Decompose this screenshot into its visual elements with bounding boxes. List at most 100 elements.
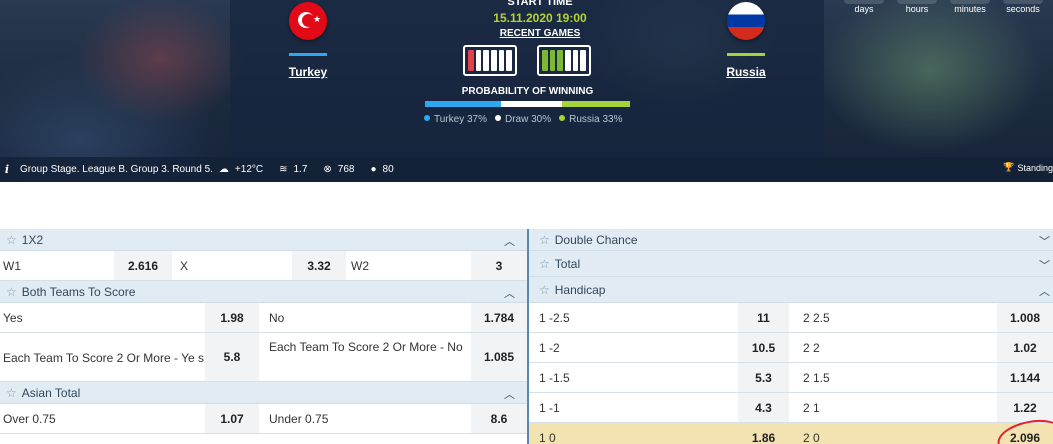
odds-button[interactable]: 1.02 xyxy=(997,333,1053,362)
humidity-value: 80 xyxy=(382,163,394,175)
outcome-label[interactable]: Under 0.75 xyxy=(259,404,471,433)
market-title: 1X2 xyxy=(21,232,44,247)
outcome-label[interactable]: Each Team To Score 2 Or More - No xyxy=(259,333,471,381)
market-row: Over 0.75 1.07 Under 0.75 8.6 xyxy=(0,404,527,434)
odds-button[interactable]: 1.98 xyxy=(205,303,259,332)
odds-button[interactable]: 1.784 xyxy=(471,303,527,332)
outcome-label[interactable]: 1 -1 xyxy=(529,393,738,422)
outcome-label[interactable]: 1 0 xyxy=(529,423,738,444)
chevron-down-icon[interactable]: ﹀ xyxy=(1039,257,1050,273)
outcome-label[interactable]: 2 2 xyxy=(789,333,997,362)
outcome-label[interactable]: Each Team To Score 2 Or More - Ye s xyxy=(0,333,205,381)
legend-label: Russia 33% xyxy=(569,114,623,125)
home-recent-form[interactable] xyxy=(463,45,517,76)
probability-segment xyxy=(425,101,501,107)
recent-games-link[interactable]: RECENT GAMES xyxy=(445,28,635,39)
form-result-win xyxy=(549,50,556,71)
odds-button[interactable]: 1.07 xyxy=(205,404,259,433)
away-team-name[interactable]: Russia xyxy=(686,65,806,79)
odds-button[interactable]: 3 xyxy=(471,251,527,280)
odds-button[interactable]: 5.3 xyxy=(738,363,789,392)
outcome-label[interactable]: No xyxy=(259,303,471,332)
market-title: Both Teams To Score xyxy=(21,284,136,299)
market-header-total[interactable]: ☆ Total ﹀ xyxy=(529,251,1053,277)
away-recent-form[interactable] xyxy=(537,45,591,76)
odds-button[interactable]: 11 xyxy=(738,303,789,332)
markets-left-column: ☆ 1X2 ︿ W1 2.616 X 3.32 W2 3 ☆ Both Team… xyxy=(0,229,527,434)
legend-dot-icon xyxy=(494,115,501,122)
market-header-1x2[interactable]: ☆ 1X2 ︿ xyxy=(0,229,527,251)
legend-label: Draw 30% xyxy=(504,114,552,125)
trophy-icon: 🏆 xyxy=(1003,162,1015,172)
favorite-star-icon[interactable]: ☆ xyxy=(6,386,17,400)
odds-button[interactable]: 1.008 xyxy=(997,303,1053,332)
market-title: Total xyxy=(554,256,581,271)
market-title: Handicap xyxy=(554,282,606,297)
market-header-double-chance[interactable]: ☆ Double Chance ﹀ xyxy=(529,229,1053,251)
turkey-flag-icon: ★ xyxy=(289,2,327,40)
outcome-label[interactable]: 1 -1.5 xyxy=(529,363,738,392)
chevron-up-icon[interactable]: ︿ xyxy=(504,233,515,249)
countdown-days: days xyxy=(834,0,894,14)
favorite-star-icon[interactable]: ☆ xyxy=(539,257,550,271)
odds-button[interactable]: 2.616 xyxy=(114,251,172,280)
form-result-draw xyxy=(506,50,513,71)
countdown-hours-label: hours xyxy=(905,4,929,14)
outcome-label[interactable]: W2 xyxy=(346,251,471,280)
countdown-seconds: seconds xyxy=(993,0,1053,14)
outcome-label[interactable]: 2 1 xyxy=(789,393,997,422)
away-team[interactable]: Russia xyxy=(686,2,806,79)
chevron-down-icon[interactable]: ﹀ xyxy=(1039,233,1050,249)
outcome-label[interactable]: W1 xyxy=(0,251,114,280)
odds-button[interactable]: 1.085 xyxy=(471,333,527,381)
market-row: 1 -2 10.5 2 2 1.02 xyxy=(529,333,1053,363)
match-hero: ★ Turkey Russia START TIME 15.11.2020 19… xyxy=(0,0,1053,182)
favorite-star-icon[interactable]: ☆ xyxy=(6,233,17,247)
pressure-icon: ⊗ xyxy=(323,163,332,175)
outcome-label[interactable]: 1 -2.5 xyxy=(529,303,738,332)
outcome-label[interactable]: X xyxy=(172,251,292,280)
russia-flag-icon xyxy=(727,2,765,40)
home-team-name[interactable]: Turkey xyxy=(248,65,368,79)
odds-button[interactable]: 5.8 xyxy=(205,333,259,381)
probability-legend-item: Turkey 37% xyxy=(424,114,487,125)
odds-button[interactable]: 1.22 xyxy=(997,393,1053,422)
humidity-icon: ● xyxy=(370,163,377,175)
odds-button[interactable]: 3.32 xyxy=(292,251,346,280)
form-result-loss xyxy=(468,50,474,71)
market-header-btts[interactable]: ☆ Both Teams To Score ︿ xyxy=(0,281,527,303)
stage-text: Group Stage. League B. Group 3. Round 5. xyxy=(20,163,213,175)
odds-button[interactable]: 1.86 xyxy=(738,423,789,444)
chevron-up-icon[interactable]: ︿ xyxy=(504,285,515,301)
start-time-label: START TIME xyxy=(507,0,573,8)
market-header-asian-total[interactable]: ☆ Asian Total ︿ xyxy=(0,382,527,404)
probability-legend-item: Draw 30% xyxy=(494,114,552,125)
odds-button[interactable]: 1.144 xyxy=(997,363,1053,392)
odds-button[interactable]: 8.6 xyxy=(471,404,527,433)
probability-segment xyxy=(500,101,563,107)
chevron-up-icon[interactable]: ︿ xyxy=(504,386,515,402)
outcome-label[interactable]: 2 0 xyxy=(789,423,997,444)
legend-dot-icon xyxy=(559,115,566,122)
outcome-label[interactable]: Yes xyxy=(0,303,205,332)
favorite-star-icon[interactable]: ☆ xyxy=(6,285,17,299)
outcome-label[interactable]: 2 2.5 xyxy=(789,303,997,332)
info-icon[interactable]: i xyxy=(0,163,14,176)
chevron-up-icon[interactable]: ︿ xyxy=(1039,283,1050,299)
form-result-draw xyxy=(498,50,505,71)
favorite-star-icon[interactable]: ☆ xyxy=(539,283,550,297)
form-result-draw xyxy=(475,50,482,71)
outcome-label[interactable]: 2 1.5 xyxy=(789,363,997,392)
market-header-handicap[interactable]: ☆ Handicap ︿ xyxy=(529,277,1053,303)
weather-cloud-icon: ☁ xyxy=(218,163,229,175)
standings-link[interactable]: 🏆 Standing xyxy=(1003,162,1053,173)
odds-button[interactable]: 4.3 xyxy=(738,393,789,422)
odds-button[interactable]: 10.5 xyxy=(738,333,789,362)
market-row: 1 0 1.86 2 0 2.096 xyxy=(529,423,1053,444)
favorite-star-icon[interactable]: ☆ xyxy=(539,233,550,247)
market-row: 1 -1.5 5.3 2 1.5 1.144 xyxy=(529,363,1053,393)
outcome-label[interactable]: 1 -2 xyxy=(529,333,738,362)
home-team[interactable]: ★ Turkey xyxy=(248,2,368,79)
form-result-draw xyxy=(565,50,571,71)
outcome-label[interactable]: Over 0.75 xyxy=(0,404,205,433)
